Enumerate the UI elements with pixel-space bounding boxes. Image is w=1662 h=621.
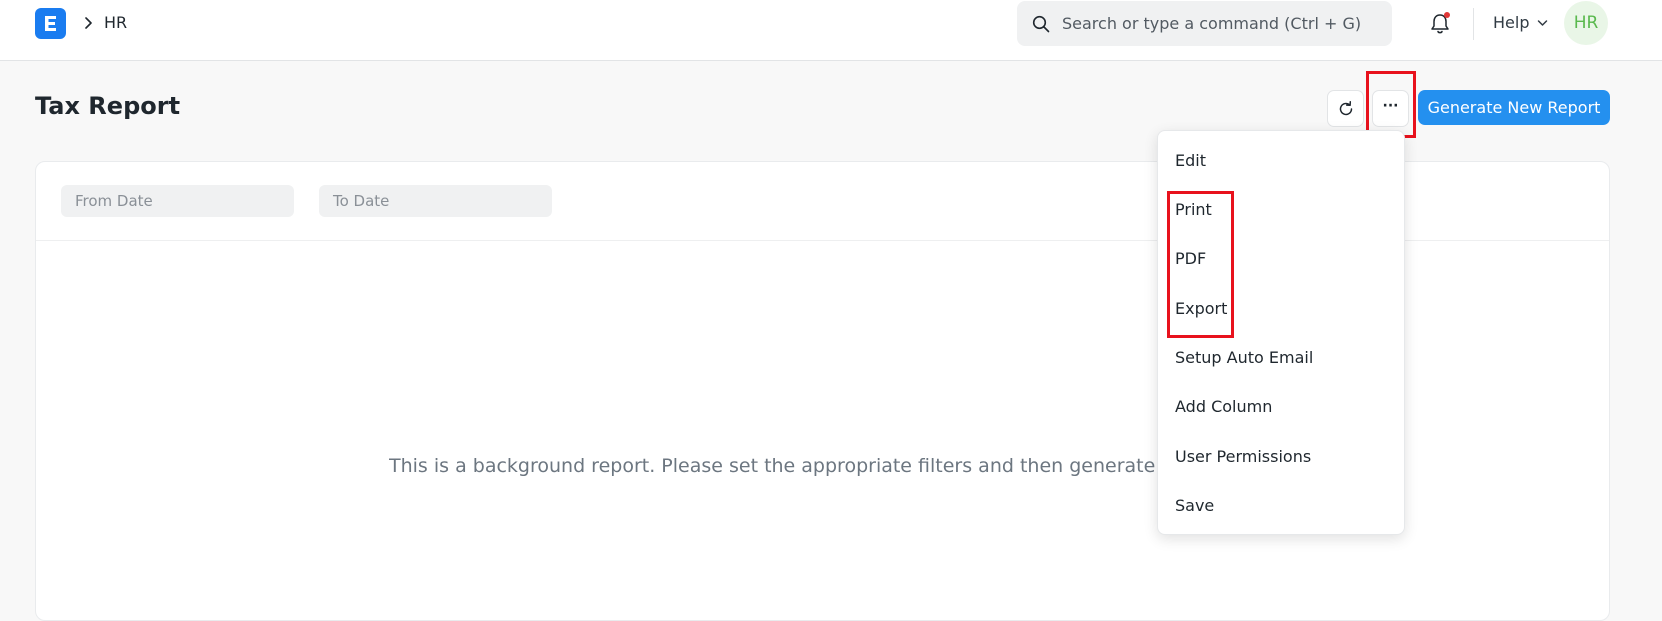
search-placeholder: Search or type a command (Ctrl + G) [1062, 14, 1362, 33]
refresh-icon [1339, 101, 1353, 116]
chevron-down-icon[interactable] [1537, 19, 1548, 27]
menu-item-user-permissions[interactable]: User Permissions [1175, 447, 1311, 466]
menu-item-setup-auto-email[interactable]: Setup Auto Email [1175, 348, 1313, 367]
breadcrumb-hr[interactable]: HR [104, 13, 127, 32]
menu-item-print[interactable]: Print [1175, 200, 1212, 219]
page-title: Tax Report [35, 92, 181, 120]
menu-item-save[interactable]: Save [1175, 496, 1214, 515]
menu-item-pdf[interactable]: PDF [1175, 249, 1206, 268]
actions-dropdown-menu: Edit Print PDF Export Setup Auto Email A… [1157, 130, 1405, 535]
more-actions-button[interactable]: ··· [1372, 90, 1409, 127]
to-date-placeholder: To Date [333, 192, 390, 210]
from-date-placeholder: From Date [75, 192, 153, 210]
menu-item-add-column[interactable]: Add Column [1175, 397, 1272, 416]
e-logo-icon [45, 16, 56, 31]
search-icon [1032, 15, 1050, 33]
chevron-right-icon [85, 17, 92, 29]
help-menu[interactable]: Help [1493, 13, 1529, 32]
menu-item-edit[interactable]: Edit [1175, 151, 1206, 170]
refresh-button[interactable] [1327, 90, 1364, 127]
menu-item-export[interactable]: Export [1175, 299, 1227, 318]
background-report-message: This is a background report. Please set … [389, 455, 1179, 477]
navbar-divider [1473, 8, 1474, 40]
generate-new-report-button[interactable]: Generate New Report [1418, 90, 1610, 125]
top-navbar: HR Search or type a command (Ctrl + G) H… [0, 0, 1662, 61]
to-date-field[interactable]: To Date [319, 185, 552, 217]
search-bar[interactable]: Search or type a command (Ctrl + G) [1017, 1, 1392, 46]
notification-dot [1444, 12, 1450, 18]
user-avatar[interactable]: HR [1564, 1, 1608, 45]
from-date-field[interactable]: From Date [61, 185, 294, 217]
app-logo[interactable] [35, 8, 66, 39]
